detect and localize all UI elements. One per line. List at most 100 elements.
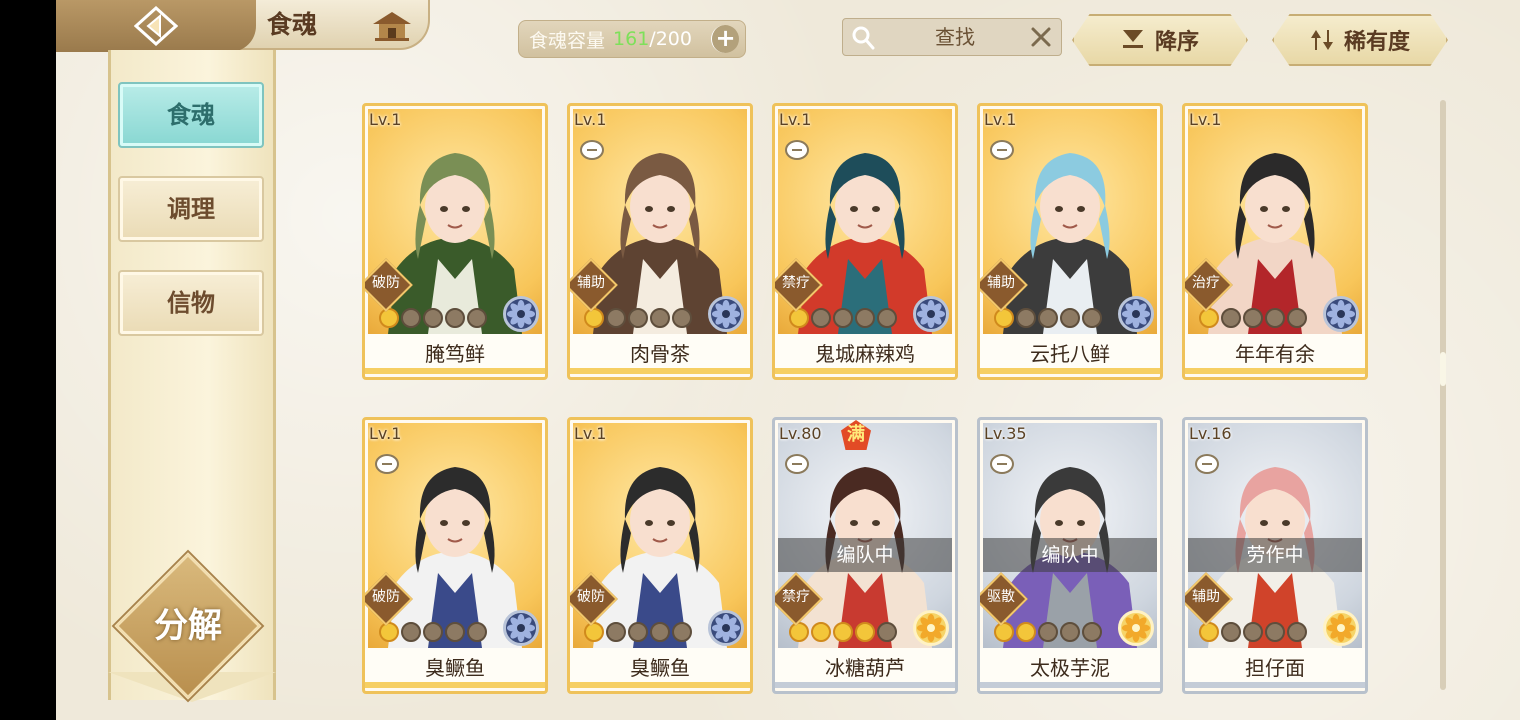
food-soul-card[interactable]: Lv.1 辅助 云托八鲜	[977, 103, 1163, 380]
level-label: Lv.16	[1189, 424, 1232, 443]
star-icon	[1016, 308, 1036, 328]
lock-icon[interactable]	[580, 140, 604, 160]
role-tag: 禁疗	[775, 264, 821, 302]
food-soul-card[interactable]: Lv.1 治疗 年年有余	[1182, 103, 1368, 380]
star-icon	[650, 308, 670, 328]
food-soul-card[interactable]: Lv.1 禁疗 鬼城麻辣鸡	[772, 103, 958, 380]
card-name: 臭鳜鱼	[365, 648, 545, 688]
lock-icon[interactable]	[1195, 454, 1219, 474]
food-soul-card[interactable]: Lv.1 辅助 肉骨茶	[567, 103, 753, 380]
tab-tokens[interactable]: 信物	[118, 270, 264, 336]
role-tag: 禁疗	[775, 578, 821, 616]
food-soul-card[interactable]: Lv.80 满 编队中 禁疗 冰糖葫芦	[772, 417, 958, 694]
flower-element-icon	[708, 296, 744, 332]
lock-icon[interactable]	[990, 454, 1014, 474]
star-icon	[1243, 622, 1263, 642]
lock-icon[interactable]	[785, 140, 809, 160]
star-icon	[1265, 622, 1285, 642]
star-icon	[1199, 308, 1219, 328]
scroll-thumb[interactable]	[1440, 352, 1446, 386]
sort-field-button[interactable]: 稀有度	[1272, 14, 1448, 66]
star-icon	[672, 308, 692, 328]
role-tag: 破防	[365, 578, 411, 616]
capacity-add-button[interactable]: +	[711, 25, 739, 53]
lock-icon[interactable]	[990, 140, 1014, 160]
star-rating	[789, 308, 897, 330]
star-rating	[379, 622, 487, 644]
role-label: 驱散	[987, 589, 1015, 605]
star-icon	[1221, 622, 1241, 642]
card-name: 鬼城麻辣鸡	[775, 334, 955, 374]
lock-icon[interactable]	[375, 454, 399, 474]
food-soul-card[interactable]: Lv.1 破防 臭鳜鱼	[567, 417, 753, 694]
star-icon	[445, 308, 465, 328]
star-icon	[467, 622, 487, 642]
star-icon	[584, 308, 604, 328]
capacity-label: 食魂容量	[529, 29, 606, 52]
scrollbar[interactable]	[1440, 100, 1446, 690]
role-tag: 破防	[365, 264, 411, 302]
role-tag: 驱散	[980, 578, 1026, 616]
level-label: Lv.35	[984, 424, 1027, 443]
status-strip: 编队中	[778, 538, 952, 572]
role-tag: 破防	[570, 578, 616, 616]
star-icon	[1221, 308, 1241, 328]
food-soul-grid: Lv.1 破防 腌笃鲜 Lv.1 辅助 肉骨茶 Lv.1 禁疗 鬼城麻辣鸡 Lv…	[362, 103, 1372, 695]
star-icon	[584, 622, 604, 642]
level-label: Lv.1	[369, 110, 402, 129]
level-label: Lv.1	[574, 110, 607, 129]
flower-element-icon	[1323, 296, 1359, 332]
role-tag: 辅助	[1185, 578, 1231, 616]
star-icon	[401, 308, 421, 328]
flower-element-icon	[1118, 296, 1154, 332]
star-icon	[401, 622, 421, 642]
flower-element-icon	[1323, 610, 1359, 646]
flower-element-icon	[503, 296, 539, 332]
tab-food-souls[interactable]: 食魂	[118, 82, 264, 148]
back-button[interactable]	[56, 0, 256, 52]
level-label: Lv.1	[779, 110, 812, 129]
capacity-counter: 食魂容量 161 / 200 +	[518, 20, 746, 58]
flower-element-icon	[913, 610, 949, 646]
star-rating	[994, 622, 1102, 644]
card-name: 冰糖葫芦	[775, 648, 955, 688]
star-icon	[994, 308, 1014, 328]
card-name: 臭鳜鱼	[570, 648, 750, 688]
level-label: Lv.1	[1189, 110, 1222, 129]
role-label: 辅助	[987, 275, 1015, 291]
flower-element-icon	[503, 610, 539, 646]
lock-icon[interactable]	[785, 454, 809, 474]
star-icon	[1199, 622, 1219, 642]
star-icon	[1287, 622, 1307, 642]
food-soul-card[interactable]: Lv.1 破防 腌笃鲜	[362, 103, 548, 380]
food-soul-card[interactable]: Lv.16 劳作中 辅助 担仔面	[1182, 417, 1368, 694]
search-input[interactable]	[887, 19, 1023, 55]
star-rating	[1199, 622, 1307, 644]
star-icon	[1016, 622, 1036, 642]
star-icon	[423, 622, 443, 642]
star-icon	[833, 308, 853, 328]
star-icon	[1082, 622, 1102, 642]
page-title: 食魂	[266, 10, 317, 39]
star-icon	[1287, 308, 1307, 328]
close-icon[interactable]	[1029, 25, 1053, 49]
role-tag: 辅助	[570, 264, 616, 302]
star-icon	[1060, 622, 1080, 642]
level-label: Lv.1	[369, 424, 402, 443]
tab-conditioning[interactable]: 调理	[118, 176, 264, 242]
flower-element-icon	[708, 610, 744, 646]
card-name: 云托八鲜	[980, 334, 1160, 374]
star-icon	[877, 622, 897, 642]
food-soul-card[interactable]: Lv.35 编队中 驱散 太极芋泥	[977, 417, 1163, 694]
capacity-current: 161	[613, 28, 650, 50]
sort-order-button[interactable]: 降序	[1072, 14, 1248, 66]
food-soul-card[interactable]: Lv.1 破防 臭鳜鱼	[362, 417, 548, 694]
star-icon	[467, 308, 487, 328]
role-label: 治疗	[1192, 275, 1220, 291]
pavilion-icon[interactable]	[371, 10, 413, 42]
sort-swap-icon	[1310, 30, 1333, 50]
role-label: 辅助	[1192, 589, 1220, 605]
role-tag: 治疗	[1185, 264, 1231, 302]
star-icon	[833, 622, 853, 642]
star-icon	[606, 308, 626, 328]
